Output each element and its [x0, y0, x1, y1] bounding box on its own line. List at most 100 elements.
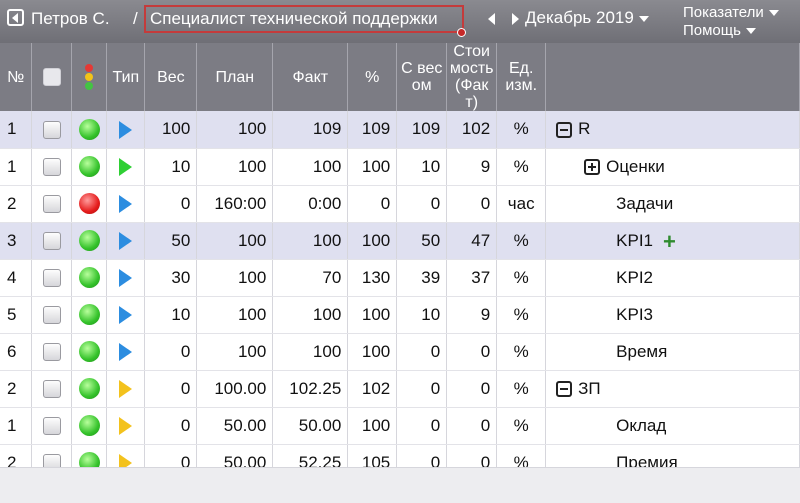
type-green-icon[interactable] [119, 158, 133, 177]
table-row[interactable]: 5 10 100 100 100 10 9% KPI3 [0, 296, 800, 334]
cell-select[interactable] [31, 259, 73, 297]
cell-pct: 100 [347, 148, 398, 186]
table-row[interactable]: 3 50 100 100 100 50 47% KPI1 + [0, 222, 800, 260]
breadcrumb-role[interactable]: Специалист технической поддержки [144, 5, 464, 33]
collapse-icon[interactable] [556, 121, 573, 138]
cell-name[interactable]: Задачи [545, 185, 800, 223]
col-num[interactable]: № [0, 43, 33, 111]
table-row[interactable]: 2 0 100.00 102.25 102 0 0% ЗП [0, 370, 800, 408]
table-row[interactable]: 1 100 100 109 109 109 102% R [0, 111, 800, 149]
cell-pct: 102 [347, 370, 398, 408]
cell-select[interactable] [31, 222, 73, 260]
cell-name[interactable]: R [545, 111, 800, 149]
cell-name[interactable]: KPI2 [545, 259, 800, 297]
table-header-row: № Тип Вес План Факт % С весом Стоимость … [0, 43, 800, 111]
col-unit[interactable]: Ед. изм. [496, 43, 547, 111]
row-checkbox[interactable] [42, 269, 61, 288]
type-yellow-icon[interactable] [119, 417, 133, 436]
cell-status [71, 333, 108, 371]
cell-type[interactable] [106, 296, 146, 334]
cell-select[interactable] [31, 296, 73, 334]
row-checkbox[interactable] [42, 306, 61, 325]
row-checkbox[interactable] [42, 158, 61, 177]
cell-weight: 30 [144, 259, 198, 297]
col-weighted[interactable]: С весом [396, 43, 448, 111]
breadcrumb-separator: / [133, 9, 138, 28]
collapse-icon[interactable] [556, 381, 573, 398]
row-checkbox[interactable] [42, 417, 61, 436]
table-row[interactable]: 2 0 160:00 0:00 0 0 0 час Задачи [0, 185, 800, 223]
cell-num: 2 [0, 370, 33, 408]
cell-type[interactable] [106, 333, 146, 371]
col-select[interactable] [31, 43, 73, 111]
cell-select[interactable] [31, 185, 73, 223]
cell-pct: 100 [347, 222, 398, 260]
table-row[interactable]: 1 0 50.00 50.00 100 0 0% Оклад [0, 407, 800, 445]
type-yellow-icon[interactable] [119, 380, 133, 399]
expand-icon[interactable] [584, 159, 601, 176]
cell-name[interactable]: Оценки [545, 148, 800, 186]
cell-cost: 102 [446, 111, 498, 149]
select-all-checkbox[interactable] [42, 68, 61, 86]
type-blue-icon[interactable] [119, 195, 133, 214]
table-row[interactable]: 4 30 100 70 130 39 37% KPI2 [0, 259, 800, 297]
cell-name[interactable]: KPI1 + [545, 222, 800, 260]
menu-help[interactable]: Помощь [683, 22, 756, 39]
cell-select[interactable] [31, 333, 73, 371]
cell-status [71, 370, 108, 408]
type-blue-icon[interactable] [119, 306, 133, 325]
row-checkbox[interactable] [42, 120, 61, 139]
cell-name[interactable]: KPI3 [545, 296, 800, 334]
col-pct[interactable]: % [347, 43, 398, 111]
cell-type[interactable] [106, 222, 146, 260]
cell-name[interactable]: Время [545, 333, 800, 371]
cell-type[interactable] [106, 259, 146, 297]
period-selector[interactable]: Декабрь 2019 [525, 8, 649, 28]
cell-unit: час [496, 185, 547, 223]
cell-select[interactable] [31, 111, 73, 149]
cell-name[interactable]: ЗП [545, 370, 800, 408]
cell-type[interactable] [106, 407, 146, 445]
cell-type[interactable] [106, 370, 146, 408]
col-weight[interactable]: Вес [144, 43, 198, 111]
cell-type[interactable] [106, 148, 146, 186]
add-icon[interactable]: + [663, 229, 676, 254]
cell-select[interactable] [31, 148, 73, 186]
col-cost[interactable]: Стоимость (Факт) [446, 43, 498, 111]
table-empty-area [0, 467, 800, 503]
cell-plan: 160:00 [196, 185, 274, 223]
col-fact[interactable]: Факт [272, 43, 349, 111]
breadcrumb-user[interactable]: Петров С. [31, 9, 110, 29]
menu-indicators[interactable]: Показатели [683, 4, 779, 21]
cell-select[interactable] [31, 407, 73, 445]
cell-status [71, 111, 108, 149]
cell-plan: 100 [196, 296, 274, 334]
row-name: KPI2 [616, 267, 654, 287]
cell-cost: 9 [446, 296, 498, 334]
type-blue-icon[interactable] [119, 120, 133, 139]
type-blue-icon[interactable] [119, 269, 133, 288]
type-blue-icon[interactable] [119, 232, 133, 251]
col-plan[interactable]: План [196, 43, 274, 111]
cell-type[interactable] [106, 111, 146, 149]
cell-select[interactable] [31, 370, 73, 408]
row-checkbox[interactable] [42, 195, 61, 214]
row-checkbox[interactable] [42, 343, 61, 362]
row-checkbox[interactable] [42, 232, 61, 251]
cell-weight: 0 [144, 370, 198, 408]
cell-unit: % [496, 148, 547, 186]
type-blue-icon[interactable] [119, 343, 133, 362]
status-green-icon [78, 118, 100, 140]
prev-period-icon[interactable] [488, 13, 495, 25]
col-type[interactable]: Тип [106, 43, 146, 111]
cell-fact: 109 [272, 111, 349, 149]
row-checkbox[interactable] [42, 380, 61, 399]
next-period-icon[interactable] [512, 13, 519, 25]
cell-status [71, 259, 108, 297]
table-row[interactable]: 1 10 100 100 100 10 9% Оценки [0, 148, 800, 186]
menu-indicators-label: Показатели [683, 4, 764, 21]
table-row[interactable]: 6 0 100 100 100 0 0% Время [0, 333, 800, 371]
cell-type[interactable] [106, 185, 146, 223]
back-icon[interactable] [7, 9, 24, 26]
cell-name[interactable]: Оклад [545, 407, 800, 445]
